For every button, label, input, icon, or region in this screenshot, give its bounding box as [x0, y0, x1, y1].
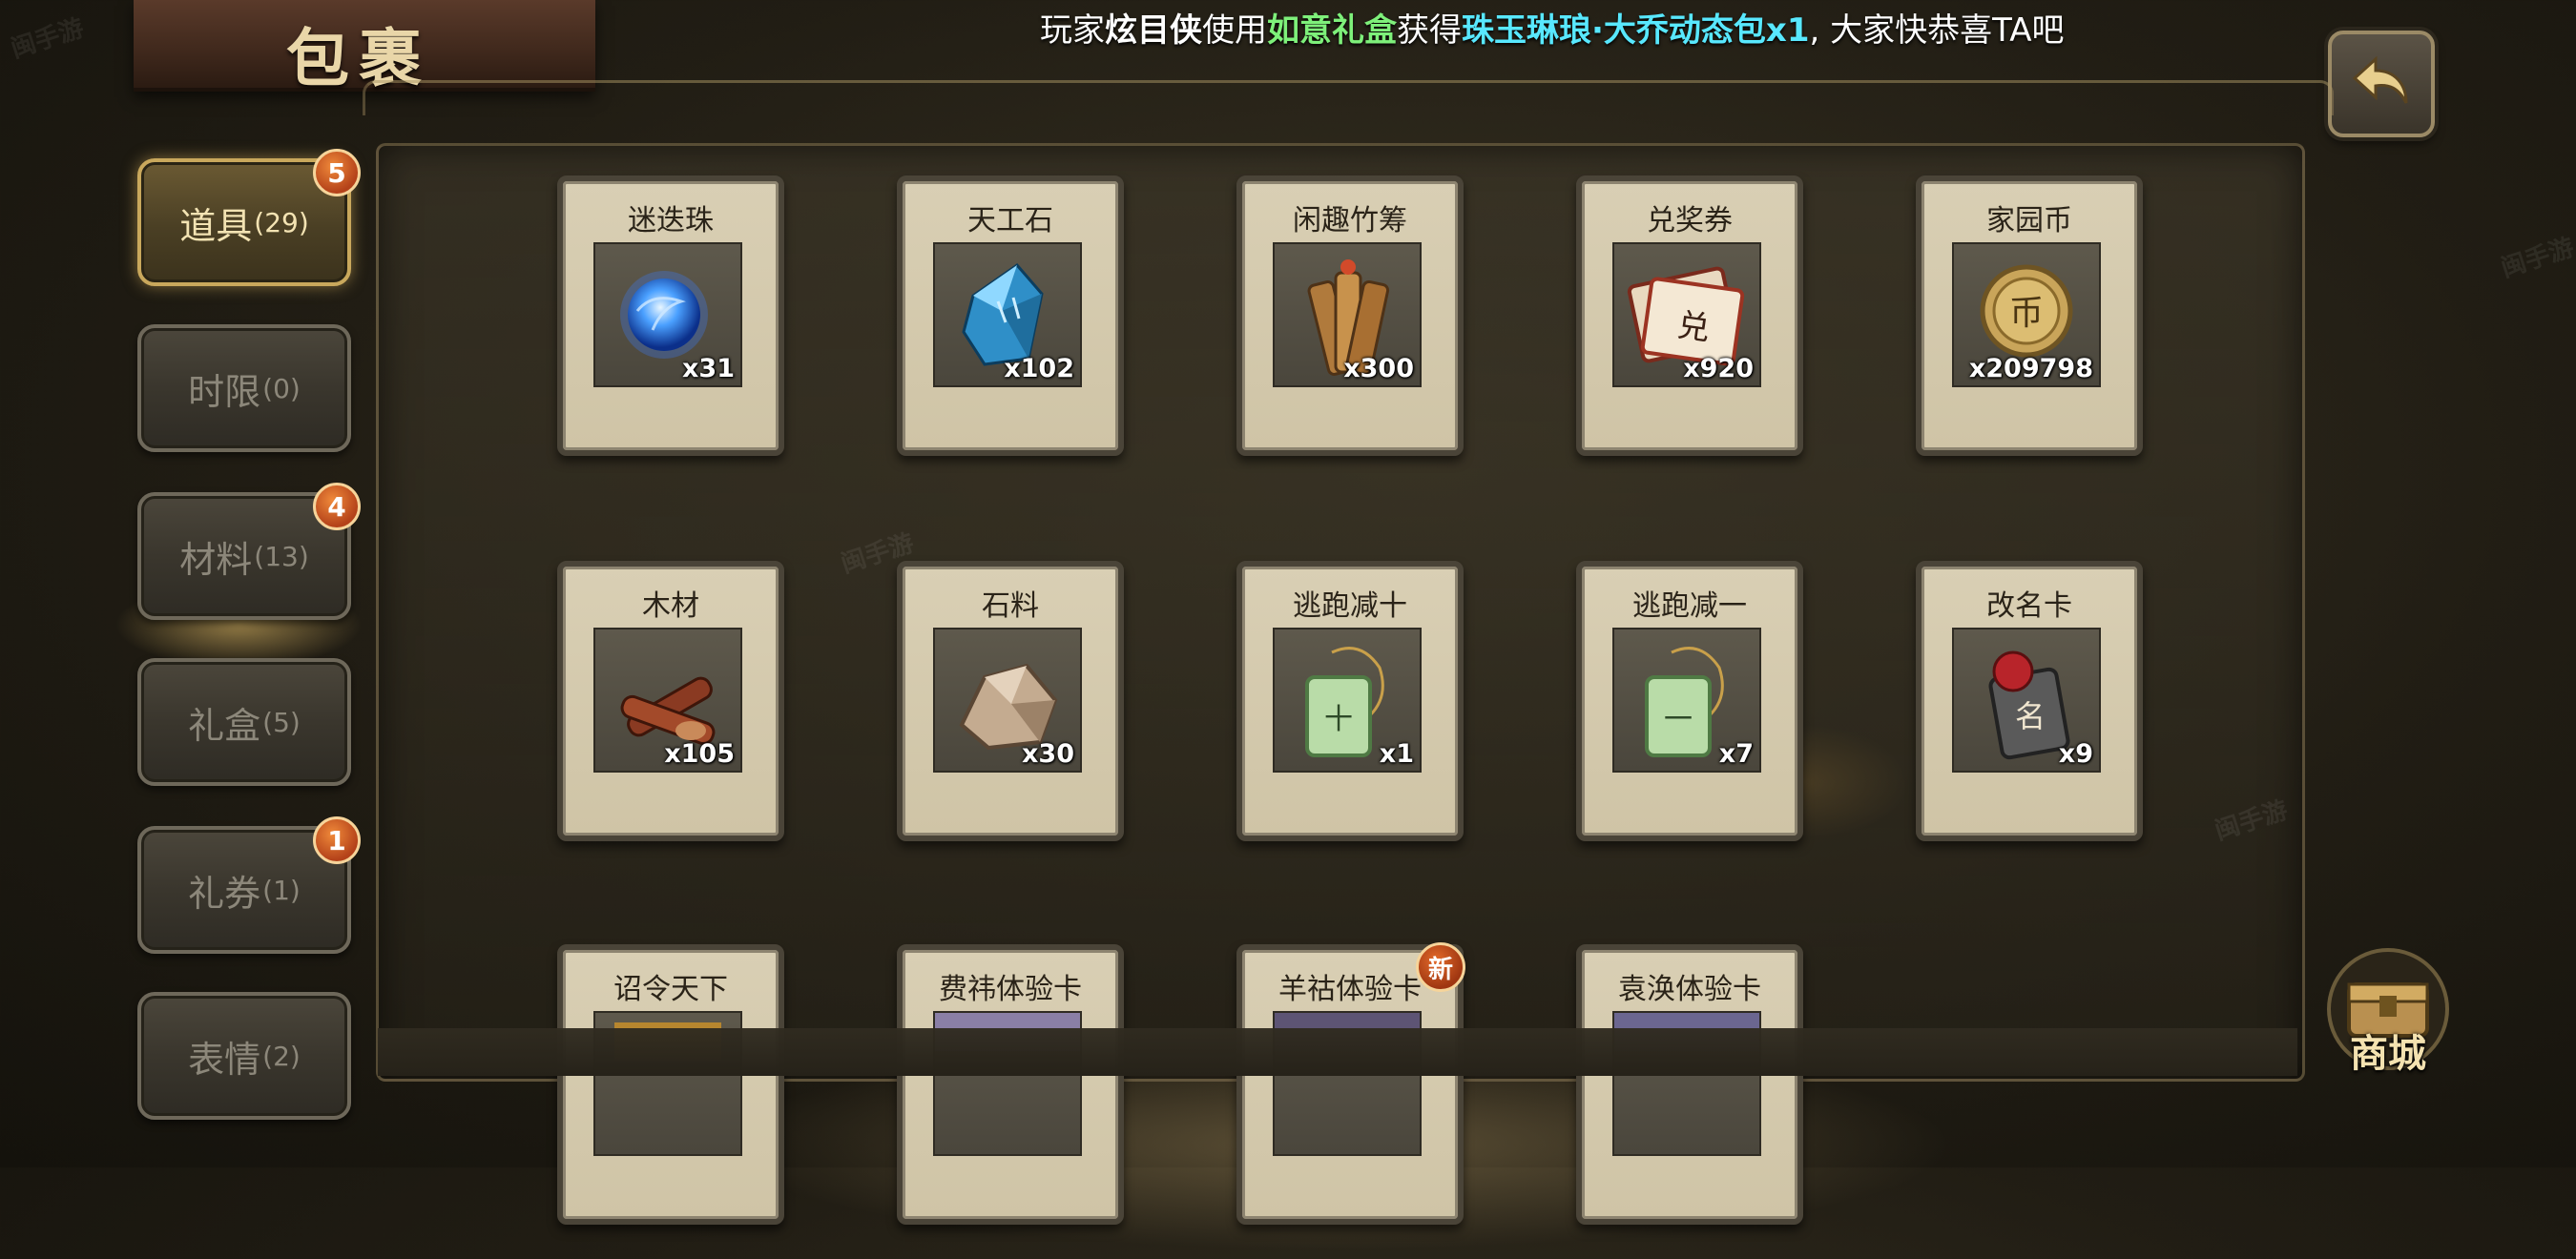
item-slot: 一 x7 — [1612, 628, 1761, 773]
shop-button[interactable]: 商城 — [2316, 946, 2460, 1089]
ticker-player: 炫目侠 — [1105, 11, 1202, 50]
item-quantity: x7 — [1718, 739, 1754, 769]
broadcast-ticker: 玩家炫目侠使用如意礼盒获得珠玉琳琅·大乔动态包x1, 大家快恭喜TA吧 — [1040, 4, 2065, 52]
item-name: 逃跑减十 — [1293, 589, 1407, 623]
tab-count: (5) — [262, 706, 301, 738]
tab-label: 材料 — [179, 538, 253, 581]
tab-label: 礼券 — [188, 872, 261, 915]
svg-text:十: 十 — [1324, 703, 1353, 736]
item-name: 逃跑减一 — [1632, 589, 1747, 623]
item-quantity: x1 — [1379, 739, 1414, 769]
back-button[interactable] — [2328, 31, 2435, 137]
tab-label: 道具 — [179, 204, 253, 247]
svg-text:币: 币 — [2009, 294, 2044, 333]
shop-label: 商城 — [2350, 1031, 2426, 1076]
title-banner: 包裹 — [134, 0, 595, 95]
item-quantity: x9 — [2058, 739, 2093, 769]
tab-count: (29) — [254, 206, 309, 238]
watermark: 闽手游 — [8, 13, 88, 65]
tab-count: (1) — [262, 874, 301, 906]
item-quantity: x209798 — [1968, 354, 2093, 383]
tab-gift-boxes[interactable]: 礼盒 (5) — [137, 658, 351, 786]
tab-materials[interactable]: 材料 (13) 4 — [137, 483, 361, 620]
item-card[interactable]: 石料 x30 — [897, 561, 1124, 841]
item-quantity: x300 — [1343, 354, 1414, 383]
item-card[interactable]: 费祎体验卡 — [897, 944, 1124, 1225]
item-name: 迷迭珠 — [628, 204, 714, 237]
item-slot: 兑 x920 — [1612, 242, 1761, 387]
notification-badge: 5 — [313, 149, 361, 196]
tab-label: 时限 — [188, 370, 261, 413]
item-quantity: x920 — [1683, 354, 1754, 383]
item-card[interactable]: 改名卡 名 x9 — [1916, 561, 2143, 841]
item-name: 石料 — [982, 589, 1039, 623]
ticker-used: 使用 — [1202, 11, 1267, 50]
item-name: 木材 — [642, 589, 699, 623]
item-slot: 币 x209798 — [1952, 242, 2101, 387]
item-card[interactable]: 家园币 币 x209798 — [1916, 175, 2143, 456]
svg-text:名: 名 — [2015, 698, 2046, 734]
item-card[interactable]: 袁涣体验卡 — [1576, 944, 1803, 1225]
tab-label: 礼盒 — [188, 704, 261, 747]
item-slot: 十 x1 — [1273, 628, 1422, 773]
item-slot: x30 — [933, 628, 1082, 773]
item-name: 天工石 — [967, 204, 1053, 237]
ticker-prefix: 玩家 — [1040, 11, 1105, 50]
tab-emotes[interactable]: 表情 (2) — [137, 992, 351, 1120]
item-slot: x31 — [593, 242, 742, 387]
item-card[interactable]: 木材 x105 — [557, 561, 784, 841]
item-quantity: x102 — [1004, 354, 1074, 383]
tab-label: 表情 — [188, 1038, 261, 1081]
item-card[interactable]: 兑奖券 兑 x920 — [1576, 175, 1803, 456]
panel-trim — [363, 80, 2334, 115]
item-quantity: x31 — [682, 354, 735, 383]
item-card[interactable]: 诏令天下 — [557, 944, 784, 1225]
item-slot: x105 — [593, 628, 742, 773]
item-name: 费祎体验卡 — [939, 973, 1082, 1006]
tab-count: (2) — [262, 1040, 301, 1072]
item-name: 袁涣体验卡 — [1618, 973, 1761, 1006]
ticker-got: 获得 — [1397, 11, 1462, 50]
item-card[interactable]: 羊祜体验卡 新 — [1236, 942, 1465, 1225]
item-slot: x300 — [1273, 242, 1422, 387]
item-name: 兑奖券 — [1647, 204, 1733, 237]
tab-count: (0) — [262, 372, 301, 404]
tab-count: (13) — [254, 540, 309, 572]
ticker-gift: 如意礼盒 — [1267, 11, 1397, 50]
item-card[interactable]: 逃跑减一 一 x7 — [1576, 561, 1803, 841]
ticker-item: 珠玉琳琅·大乔动态包x1 — [1462, 11, 1810, 50]
tab-timed[interactable]: 时限 (0) — [137, 324, 351, 452]
item-name: 诏令天下 — [613, 973, 728, 1006]
item-card[interactable]: 天工石 x102 — [897, 175, 1124, 456]
notification-badge: 4 — [313, 483, 361, 530]
ticker-suffix: , 大家快恭喜TA吧 — [1809, 11, 2065, 50]
notification-badge: 1 — [313, 816, 361, 864]
tab-vouchers[interactable]: 礼券 (1) 1 — [137, 816, 361, 954]
tab-props[interactable]: 道具 (29) 5 — [137, 149, 361, 286]
item-card[interactable]: 迷迭珠 x31 — [557, 175, 784, 456]
item-slot: x102 — [933, 242, 1082, 387]
watermark: 闽手游 — [2498, 233, 2576, 284]
item-card[interactable]: 闲趣竹筹 x300 — [1236, 175, 1464, 456]
new-badge: 新 — [1416, 942, 1465, 992]
item-name: 改名卡 — [1986, 589, 2072, 623]
svg-text:兑: 兑 — [1675, 306, 1713, 348]
item-name: 家园币 — [1986, 204, 2072, 237]
scroll-viewport-edge — [378, 1028, 2297, 1076]
svg-text:一: 一 — [1664, 703, 1693, 736]
item-slot: 名 x9 — [1952, 628, 2101, 773]
item-name: 闲趣竹筹 — [1293, 204, 1407, 237]
item-quantity: x30 — [1022, 739, 1074, 769]
item-card[interactable]: 逃跑减十 十 x1 — [1236, 561, 1464, 841]
item-quantity: x105 — [664, 739, 735, 769]
back-arrow-icon — [2352, 55, 2408, 104]
